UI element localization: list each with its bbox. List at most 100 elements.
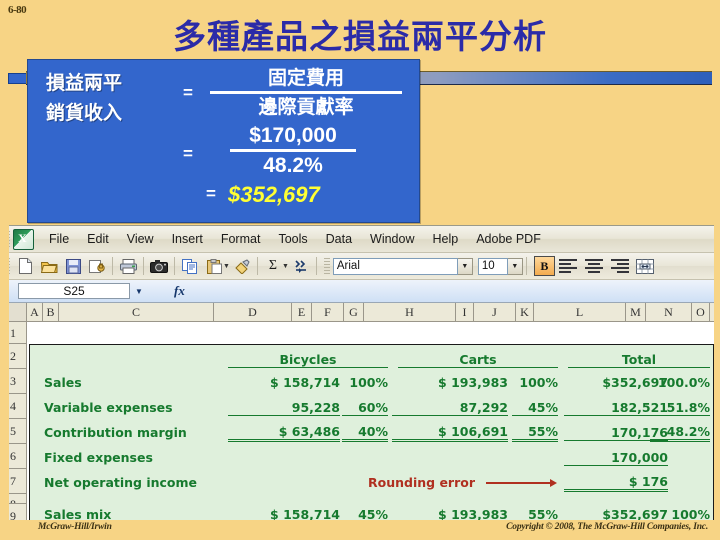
column-header-C[interactable]: C	[59, 303, 214, 321]
column-header-K[interactable]: K	[516, 303, 534, 321]
cell-total-amount: 170,000	[564, 450, 668, 466]
paste-icon[interactable]	[203, 256, 225, 277]
cell-total-pct: 100%	[671, 507, 710, 521]
row-label: Net operating income	[44, 475, 198, 490]
toolbar-overflow-icon[interactable]	[290, 256, 312, 277]
cell-carts-pct: 55%	[528, 507, 558, 521]
table-row: Sales $ 158,714 100% $ 193,983 100% $352…	[30, 370, 713, 395]
font-size-input[interactable]: 10	[477, 257, 508, 275]
cell-carts-pct: 55%	[512, 424, 558, 442]
bold-button[interactable]: B	[533, 256, 555, 276]
new-icon[interactable]	[14, 256, 36, 277]
column-header-D[interactable]: D	[214, 303, 292, 321]
cell-bicycles-amount: $ 158,714	[270, 507, 340, 521]
menu-items: File Edit View Insert Format Tools Data Window H…	[40, 230, 550, 248]
font-size-dropdown-icon[interactable]: ▼	[507, 257, 523, 275]
menu-item-view[interactable]: View	[118, 230, 163, 248]
cell-total-pct: 51.8%	[650, 400, 710, 416]
menu-item-window[interactable]: Window	[361, 230, 423, 248]
table-row: Contribution margin $ 63,486 40% $ 106,6…	[30, 420, 713, 445]
fraction-2-denominator: 48.2%	[263, 154, 323, 177]
formula-label-line2: 銷貨收入	[46, 102, 123, 124]
autosum-icon[interactable]: Σ	[262, 256, 284, 277]
name-box[interactable]: S25	[18, 283, 130, 299]
formula-input[interactable]	[193, 282, 716, 300]
formula-label-line1: 損益兩平	[46, 72, 123, 94]
menu-item-tools[interactable]: Tools	[269, 230, 316, 248]
print-icon[interactable]	[117, 256, 139, 277]
cell-bicycles-pct: 100%	[349, 375, 388, 390]
format-painter-icon[interactable]	[231, 256, 253, 277]
slide-footer: McGraw-Hill/Irwin Copyright © 2008, The …	[0, 520, 720, 540]
cell-total-pct: 100.0%	[657, 375, 710, 390]
table-row: Variable expenses 95,228 60% 87,292 45% …	[30, 395, 713, 420]
menu-item-file[interactable]: File	[40, 230, 78, 248]
font-name-dropdown-icon[interactable]: ▼	[457, 257, 473, 275]
column-header-F[interactable]: F	[312, 303, 344, 321]
column-header-B[interactable]: B	[43, 303, 59, 321]
toolbar: ▼ Σ ▼ Arial ▼ 10 ▼ B	[0, 253, 720, 280]
group-header-bicycles: Bicycles	[228, 352, 388, 368]
menu-item-format[interactable]: Format	[212, 230, 270, 248]
formatting-toolbar: Arial ▼ 10 ▼ B	[320, 253, 657, 279]
cell-bicycles-pct: 60%	[342, 400, 388, 416]
annotation-arrow-line	[486, 482, 552, 484]
annotation-arrow-head	[550, 479, 557, 487]
menu-bar: FileEditViewInsertFormatToolsDataWindowH…	[0, 226, 720, 253]
cell-bicycles-pct: 45%	[358, 507, 388, 521]
fraction-2-bar	[230, 149, 356, 152]
menu-item-help[interactable]: Help	[424, 230, 468, 248]
column-header-J[interactable]: J	[474, 303, 516, 321]
rounding-error-annotation: Rounding error	[368, 475, 476, 490]
column-header-E[interactable]: E	[292, 303, 312, 321]
name-box-dropdown-icon[interactable]: ▼	[130, 287, 148, 296]
fraction-1-bar	[210, 91, 402, 94]
cell-carts-amount: 87,292	[392, 400, 508, 416]
column-header-A[interactable]: A	[27, 303, 43, 321]
slide-number: 6-80	[8, 4, 27, 16]
open-icon[interactable]	[38, 256, 60, 277]
column-header-N[interactable]: N	[646, 303, 692, 321]
report-block: Bicycles Carts Total Sales $ 158,714 100…	[29, 344, 714, 521]
cell-bicycles-pct: 40%	[342, 424, 388, 442]
slide-left-margin	[0, 225, 9, 520]
camera-icon[interactable]	[148, 256, 170, 277]
save-icon[interactable]	[62, 256, 84, 277]
toolbar-separator	[143, 257, 144, 275]
footer-publisher: McGraw-Hill/Irwin	[38, 522, 112, 532]
cell-carts-amount: $ 193,983	[438, 375, 508, 390]
sheet-grid: 123456789 Bicycles Carts Total Sales $ 1…	[0, 322, 720, 521]
sheet-canvas[interactable]: Bicycles Carts Total Sales $ 158,714 100…	[27, 322, 720, 521]
cell-bicycles-amount: 95,228	[228, 400, 340, 416]
align-center-button[interactable]	[584, 256, 607, 276]
table-header-row: Bicycles Carts Total	[30, 347, 713, 372]
permission-icon[interactable]	[86, 256, 108, 277]
group-header-carts: Carts	[398, 352, 558, 368]
formula-panel: 損益兩平 銷貨收入 = 固定費用 邊際貢獻率 = $170,000 48.2% …	[27, 59, 420, 223]
column-header-O[interactable]: O	[692, 303, 710, 321]
column-header-I[interactable]: I	[456, 303, 474, 321]
toolbar-separator	[525, 257, 527, 275]
align-right-button[interactable]	[610, 256, 633, 276]
column-header-G[interactable]: G	[344, 303, 364, 321]
equals-sign-2: =	[183, 144, 193, 163]
menu-item-data[interactable]: Data	[317, 230, 361, 248]
copy-icon[interactable]	[179, 256, 201, 277]
column-header-L[interactable]: L	[534, 303, 626, 321]
group-header-total: Total	[568, 352, 710, 368]
merge-cells-icon[interactable]	[634, 256, 656, 277]
slide-right-margin	[714, 225, 720, 520]
align-left-button[interactable]	[558, 256, 581, 276]
menu-item-insert[interactable]: Insert	[163, 230, 212, 248]
equals-sign-3: =	[206, 184, 216, 203]
column-header-M[interactable]: M	[626, 303, 646, 321]
excel-window: FileEditViewInsertFormatToolsDataWindowH…	[0, 225, 720, 521]
format-grip-handle[interactable]	[323, 258, 330, 274]
column-header-H[interactable]: H	[364, 303, 456, 321]
row-label: Fixed expenses	[44, 450, 153, 465]
fraction-1-denominator: 邊際貢獻率	[258, 96, 354, 118]
menu-item-edit[interactable]: Edit	[78, 230, 118, 248]
insert-function-icon[interactable]: fx	[174, 283, 185, 299]
menu-item-adobe-pdf[interactable]: Adobe PDF	[467, 230, 550, 248]
font-name-input[interactable]: Arial	[332, 257, 458, 275]
